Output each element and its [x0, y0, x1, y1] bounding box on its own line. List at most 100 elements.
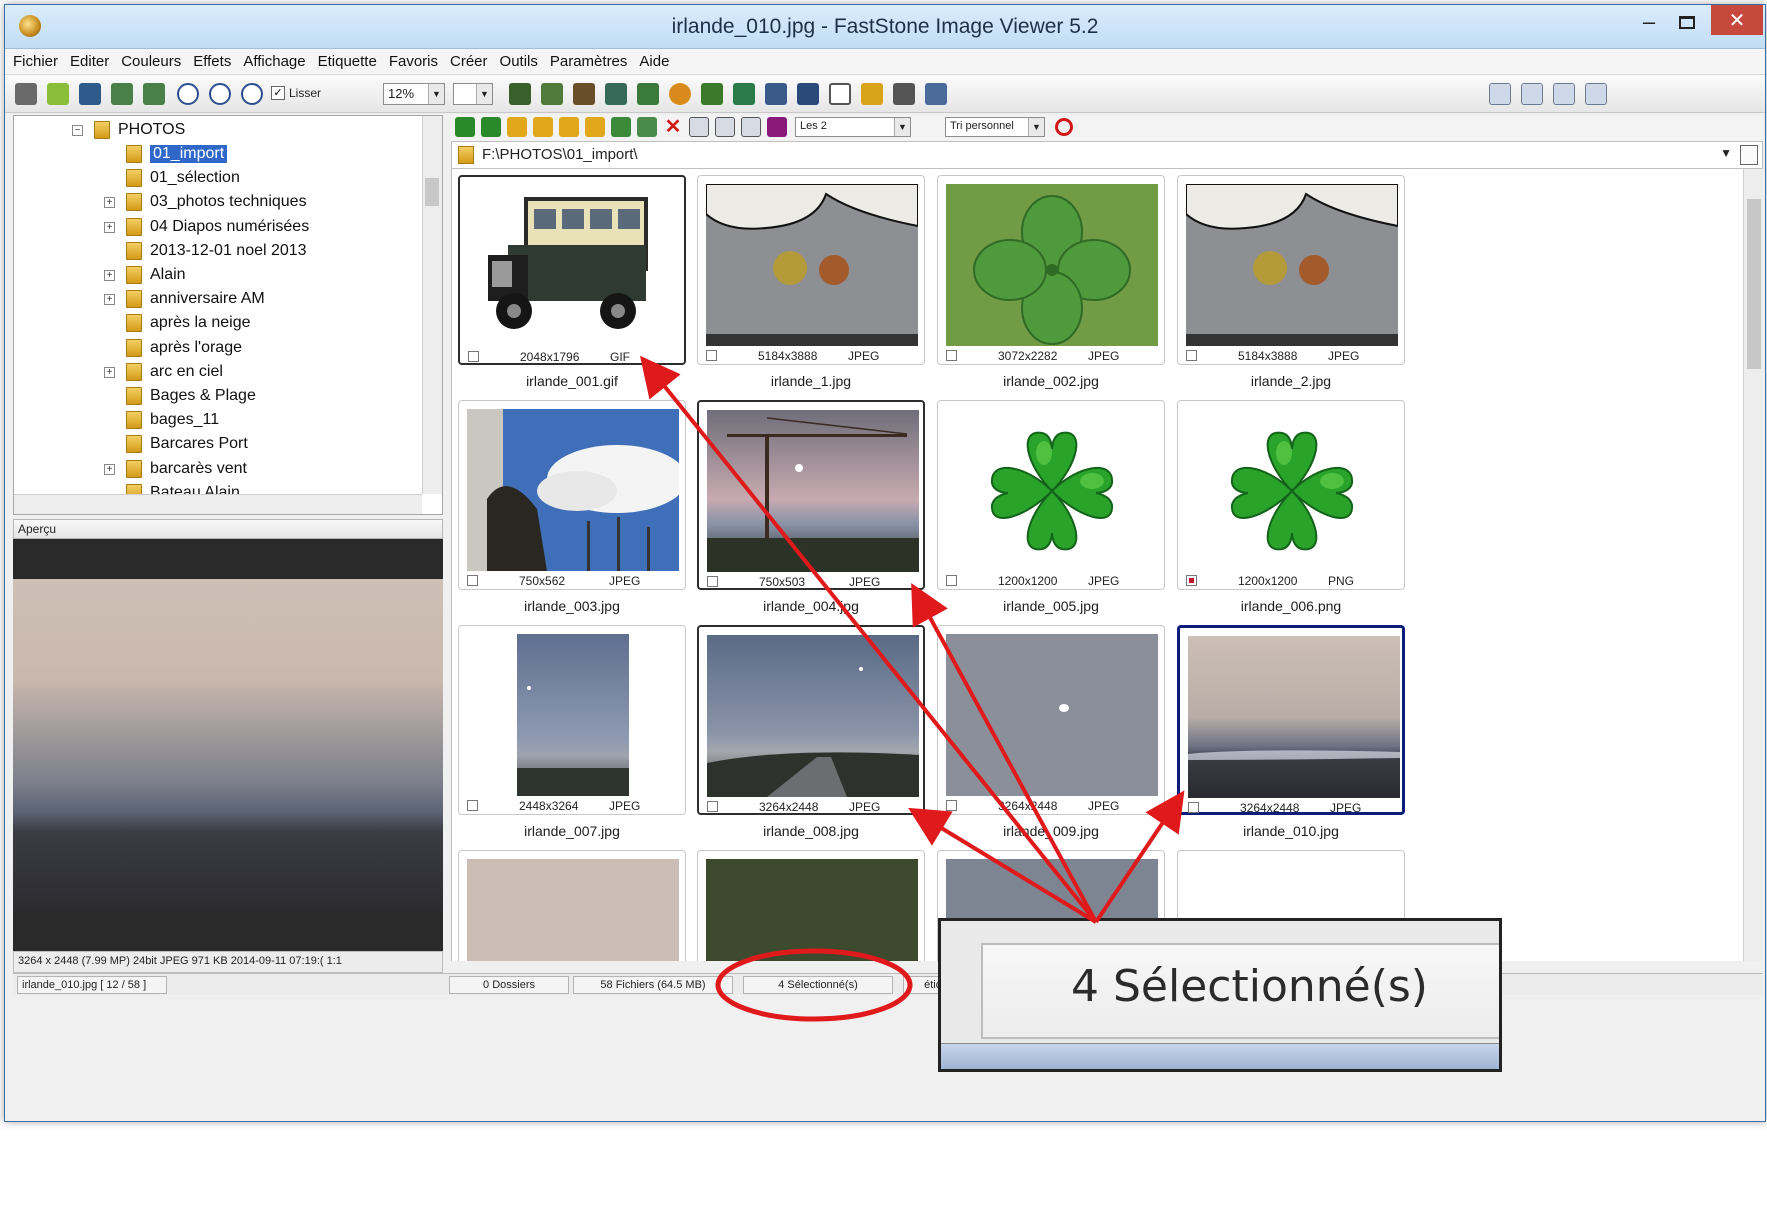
rotate-right-icon[interactable] — [733, 83, 755, 105]
fullscreen-icon[interactable] — [1585, 83, 1607, 105]
expand-icon[interactable]: + — [104, 197, 115, 209]
list-view-icon[interactable] — [741, 117, 761, 137]
filmstrip-icon[interactable] — [509, 83, 531, 105]
print-icon[interactable] — [893, 83, 915, 105]
close-button[interactable]: ✕ — [1711, 5, 1763, 35]
menu-item[interactable]: Aide — [639, 53, 669, 70]
thumbnail-image[interactable] — [467, 634, 679, 796]
thumbnail-image[interactable] — [707, 635, 919, 797]
details-view-icon[interactable] — [715, 117, 735, 137]
tag-checkbox[interactable] — [1186, 350, 1197, 361]
thumbnail-frame[interactable]: 3264x2448 JPEG — [1177, 625, 1405, 815]
delete-icon[interactable]: ✕ — [663, 117, 683, 137]
path-bar[interactable]: F:\PHOTOS\01_import\ ▼ — [451, 141, 1763, 169]
thumbnail-image[interactable] — [946, 184, 1158, 346]
minimize-button[interactable]: – — [1631, 5, 1667, 39]
thumbnail-image[interactable] — [1188, 636, 1400, 798]
cancel-sort-icon[interactable] — [1055, 118, 1073, 136]
tree-item[interactable]: 04 Diapos numérisées — [126, 215, 309, 239]
tree-item[interactable]: 01_import — [126, 142, 228, 166]
thumbnail-frame[interactable]: 5184x3888 JPEG — [1177, 175, 1405, 365]
thumbnail-image[interactable] — [706, 859, 918, 961]
move-to-icon[interactable] — [611, 117, 631, 137]
thumbnail[interactable]: 2048x1796 GIF irlande_001.gif — [458, 175, 686, 399]
menu-item[interactable]: Outils — [500, 53, 538, 70]
refresh-icon[interactable] — [637, 117, 657, 137]
tag-checkbox[interactable] — [467, 800, 478, 811]
thumbnail-frame[interactable]: 1200x1200 JPEG — [937, 400, 1165, 590]
thumbnail[interactable]: 3072x2282 JPEG irlande_002.jpg — [937, 175, 1165, 399]
compare-icon[interactable] — [541, 83, 563, 105]
sort-select[interactable]: Tri personnel ▼ — [945, 117, 1045, 137]
chevron-down-icon[interactable]: ▼ — [1720, 146, 1732, 160]
thumbnails-view-icon[interactable] — [689, 117, 709, 137]
menu-item[interactable]: Affichage — [243, 53, 305, 70]
menu-item[interactable]: Créer — [450, 53, 488, 70]
tag-checkbox[interactable] — [706, 350, 717, 361]
thumbnail-frame[interactable]: 5184x3888 JPEG — [697, 175, 925, 365]
tag-checkbox[interactable] — [468, 351, 479, 362]
tag-checkbox[interactable] — [946, 575, 957, 586]
resize-icon[interactable] — [605, 83, 627, 105]
thumbnail[interactable]: 750x562 JPEG irlande_003.jpg — [458, 400, 687, 624]
tree-root[interactable]: PHOTOS — [94, 118, 185, 142]
expand-icon[interactable]: + — [104, 294, 115, 306]
menu-item[interactable]: Editer — [70, 53, 109, 70]
expand-icon[interactable]: + — [104, 463, 115, 475]
up-folder-icon[interactable] — [507, 117, 527, 137]
thumbnail-image[interactable] — [468, 185, 680, 347]
layout-3-icon[interactable] — [1553, 83, 1575, 105]
slideshow-icon[interactable] — [765, 83, 787, 105]
export-icon[interactable] — [143, 83, 165, 105]
tag-checkbox[interactable] — [467, 575, 478, 586]
desktop-icon[interactable] — [797, 83, 819, 105]
forward-icon[interactable] — [481, 117, 501, 137]
menu-item[interactable]: Paramètres — [550, 53, 628, 70]
back-icon[interactable] — [455, 117, 475, 137]
save-icon[interactable] — [79, 83, 101, 105]
tag-checkbox[interactable] — [1188, 802, 1199, 813]
maximize-button[interactable] — [1667, 5, 1707, 39]
layout-1-icon[interactable] — [1489, 83, 1511, 105]
tree-item[interactable]: Barcares Port — [126, 432, 248, 456]
thumbnail[interactable]: 1200x1200 PNG irlande_006.png — [1177, 400, 1405, 624]
tree-item[interactable]: Bages & Plage — [126, 384, 256, 408]
tree-item[interactable]: 2013-12-01 noel 2013 — [126, 239, 307, 263]
thumbnail[interactable]: 1200x1200 JPEG irlande_005.jpg — [937, 400, 1165, 624]
thumbnail[interactable]: 3264x2448 JPEG irlande_010.jpg — [1177, 625, 1405, 849]
menu-item[interactable]: Effets — [193, 53, 231, 70]
thumbnail[interactable]: 5184x3888 JPEG irlande_1.jpg — [697, 175, 925, 399]
thumbnail-frame[interactable]: 2048x1796 GIF — [458, 175, 686, 365]
tree-item[interactable]: arc en ciel — [126, 360, 223, 384]
tag-checkbox[interactable] — [946, 800, 957, 811]
thumbnail[interactable]: 3264x2448 JPEG irlande_008.jpg — [697, 625, 925, 849]
thumbnail-image[interactable] — [467, 859, 679, 961]
menu-item[interactable]: Couleurs — [121, 53, 181, 70]
scrollbar-thumb[interactable] — [1747, 199, 1761, 369]
tree-item[interactable]: bages_11 — [126, 408, 219, 432]
folder-history-icon[interactable] — [1740, 145, 1758, 165]
menu-item[interactable]: Favoris — [389, 53, 438, 70]
tree-item[interactable]: Alain — [126, 263, 186, 287]
expand-icon[interactable]: + — [104, 221, 115, 233]
tag-checkbox[interactable] — [946, 350, 957, 361]
thumbnail[interactable]: 2448x3264 JPEG irlande_007.jpg — [458, 625, 686, 849]
tree-horizontal-scrollbar[interactable] — [14, 494, 422, 514]
zoom-out-icon[interactable] — [209, 83, 231, 105]
tree-item[interactable]: anniversaire AM — [126, 287, 265, 311]
zoom-select[interactable]: 12% ▼ — [383, 83, 445, 105]
new-folder-icon[interactable] — [559, 117, 579, 137]
grid-vertical-scrollbar[interactable] — [1743, 169, 1763, 961]
thumbnail[interactable]: 750x503 JPEG irlande_004.jpg — [697, 400, 925, 624]
thumbnail-image[interactable] — [1185, 183, 1399, 346]
thumbnail[interactable]: 5184x3888 JPEG irlande_2.jpg — [1177, 175, 1405, 399]
layout-2-icon[interactable] — [1521, 83, 1543, 105]
thumbnail-frame[interactable]: 750x562 JPEG — [458, 400, 687, 590]
thumbnail-frame[interactable]: 2448x3264 JPEG — [458, 625, 686, 815]
settings-icon[interactable] — [669, 83, 691, 105]
thumbnail-frame[interactable]: 1200x1200 PNG — [1177, 400, 1405, 590]
filter-select[interactable]: Les 2 ▼ — [795, 117, 911, 137]
thumbnail-image[interactable] — [707, 410, 919, 572]
thumbnail-partial[interactable] — [697, 850, 925, 961]
expand-icon[interactable]: + — [104, 270, 115, 281]
